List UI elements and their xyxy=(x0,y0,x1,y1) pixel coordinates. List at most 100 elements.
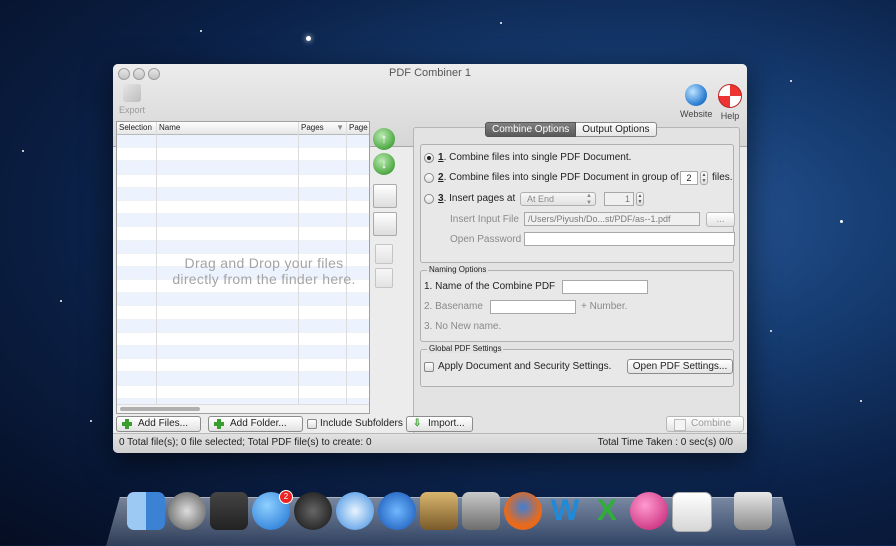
add-folder-button[interactable]: Add Folder... xyxy=(208,416,303,432)
apply-settings-checkbox[interactable] xyxy=(424,362,434,372)
insert-position-select[interactable]: At End ▲ ▼ xyxy=(520,192,596,206)
pdf-combiner-icon[interactable] xyxy=(672,492,712,532)
open-password-label: Open Password xyxy=(450,234,522,245)
word-icon[interactable]: W xyxy=(546,492,584,530)
export-button[interactable]: Export xyxy=(117,84,147,115)
star xyxy=(90,420,92,422)
open-password-field[interactable] xyxy=(524,232,735,246)
column-header-name[interactable]: Name xyxy=(157,122,299,134)
iphoto-icon[interactable] xyxy=(420,492,458,530)
stepper-arrows-icon: ▲ ▼ xyxy=(701,172,707,184)
table-row xyxy=(117,359,369,373)
globe-icon xyxy=(685,84,707,106)
file-table[interactable]: Selection Name Pages ▼ Page Drag and Dro… xyxy=(116,121,370,426)
drop-hint-line1: Drag and Drop your files xyxy=(184,255,344,271)
app-window: PDF Combiner 1 Export Website Help Selec… xyxy=(113,64,747,453)
tab-combine-options[interactable]: Combine Options xyxy=(485,122,577,137)
include-subfolders-checkbox[interactable] xyxy=(307,419,317,429)
status-summary: 0 Total file(s); 0 file selected; Total … xyxy=(119,437,372,448)
sort-desc-icon: ▼ xyxy=(336,123,344,132)
option2-text: . Combine files into single PDF Document… xyxy=(443,172,679,183)
column-header-pages[interactable]: Pages ▼ xyxy=(299,122,347,134)
basename-field[interactable] xyxy=(490,300,576,314)
table-row xyxy=(117,187,369,201)
insert-page-stepper[interactable]: ▲ ▼ xyxy=(636,192,644,206)
insert-input-file-label: Insert Input File xyxy=(450,214,519,225)
global-settings-legend: Global PDF Settings xyxy=(427,344,504,353)
finder-icon[interactable] xyxy=(127,492,165,530)
import-button[interactable]: ⇩ Import... xyxy=(406,416,473,432)
add-files-button[interactable]: Add Files... xyxy=(116,416,201,432)
tab-bar: Combine Options Output Options xyxy=(485,122,657,137)
table-header: Selection Name Pages ▼ Page xyxy=(117,122,369,135)
remove-file-button[interactable] xyxy=(375,244,393,264)
group-count-stepper[interactable]: ▲ ▼ xyxy=(700,171,708,185)
table-row xyxy=(117,175,369,188)
open-pdf-settings-button[interactable]: Open PDF Settings... xyxy=(627,359,733,374)
photo-booth-icon[interactable] xyxy=(210,492,248,530)
basename-label: 2. Basename xyxy=(424,301,483,312)
combine-name-label: 1. Name of the Combine PDF xyxy=(424,281,556,292)
dashboard-icon[interactable] xyxy=(294,492,332,530)
app-store-badge: 2 xyxy=(279,490,293,504)
insert-input-file-field[interactable]: /Users/Piyush/Do...st/PDF/as--1.pdf xyxy=(524,212,700,226)
arrow-up-icon: ↑ xyxy=(380,131,388,146)
radio-insert-pages[interactable] xyxy=(424,194,434,204)
pdf-preview-button[interactable] xyxy=(373,212,397,236)
firefox-icon[interactable] xyxy=(504,492,542,530)
excel-icon[interactable]: X xyxy=(588,492,626,530)
browse-button[interactable]: ... xyxy=(706,212,735,227)
add-files-label: Add Files... xyxy=(138,418,189,429)
move-up-button[interactable]: ↑ xyxy=(373,128,395,150)
import-label: Import... xyxy=(428,418,465,429)
group-count-field[interactable]: 2 xyxy=(680,171,698,185)
insert-position-value: At End xyxy=(527,194,555,204)
add-folder-label: Add Folder... xyxy=(230,418,287,429)
help-button[interactable]: Help xyxy=(717,84,743,121)
scrollbar-thumb[interactable] xyxy=(120,407,200,411)
trash-icon[interactable] xyxy=(734,492,772,530)
tab-output-options[interactable]: Output Options xyxy=(576,122,657,137)
remove-all-button[interactable] xyxy=(375,268,393,288)
column-header-page[interactable]: Page xyxy=(347,122,369,134)
arrow-down-icon: ↓ xyxy=(380,156,388,171)
bomb-app-icon[interactable] xyxy=(630,492,668,530)
star xyxy=(860,400,862,402)
radio-single-pdf[interactable] xyxy=(424,153,434,163)
number-suffix-label: + Number. xyxy=(581,301,628,312)
stepper-arrows-icon: ▲ ▼ xyxy=(637,193,643,205)
launchpad-icon[interactable] xyxy=(168,492,206,530)
column-header-selection[interactable]: Selection xyxy=(117,122,157,134)
table-row xyxy=(117,148,369,162)
naming-options-box: Naming Options 1. Name of the Combine PD… xyxy=(420,265,734,342)
table-row xyxy=(117,319,369,333)
table-row xyxy=(117,372,369,386)
safari-icon[interactable] xyxy=(336,492,374,530)
system-preferences-icon[interactable] xyxy=(462,492,500,530)
insert-pages-label: 3. Insert pages at xyxy=(438,193,515,204)
move-down-button[interactable]: ↓ xyxy=(373,153,395,175)
pages-header-label: Pages xyxy=(301,123,324,132)
radio-group-pdf[interactable] xyxy=(424,173,434,183)
insert-page-field[interactable]: 1 xyxy=(604,192,634,206)
combine-label: Combine xyxy=(691,418,732,429)
combine-name-field[interactable] xyxy=(562,280,648,294)
include-subfolders-label: Include Subfolders xyxy=(320,418,403,429)
table-row xyxy=(117,333,369,346)
drop-hint: Drag and Drop your files directly from t… xyxy=(169,255,359,287)
lifebuoy-icon xyxy=(718,84,742,108)
combine-icon xyxy=(674,419,686,431)
table-row xyxy=(117,227,369,241)
star xyxy=(790,80,792,82)
table-row xyxy=(117,240,369,254)
itunes-icon[interactable] xyxy=(378,492,416,530)
combine-button[interactable]: Combine xyxy=(666,416,744,432)
global-settings-box: Global PDF Settings Apply Document and S… xyxy=(420,344,734,387)
plus-icon xyxy=(122,419,132,429)
website-button[interactable]: Website xyxy=(680,84,712,119)
help-label: Help xyxy=(720,111,740,121)
table-row xyxy=(117,161,369,175)
document-settings-button[interactable] xyxy=(373,184,397,208)
horizontal-scrollbar[interactable] xyxy=(117,404,369,413)
single-pdf-label: 1. Combine files into single PDF Documen… xyxy=(438,152,631,163)
